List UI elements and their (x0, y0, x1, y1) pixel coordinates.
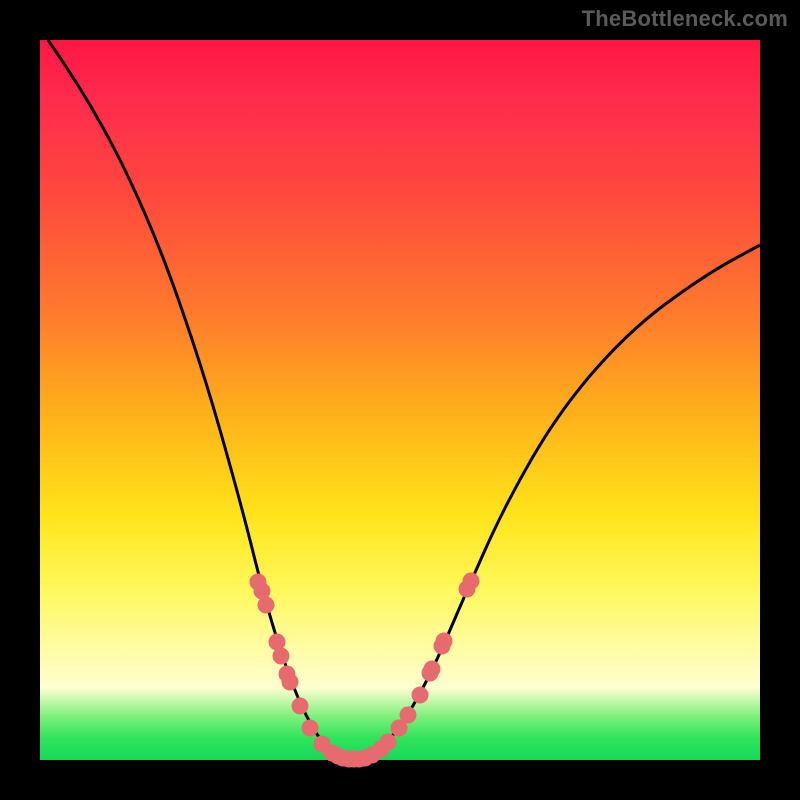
data-marker (412, 687, 429, 704)
data-marker (258, 597, 275, 614)
data-marker (463, 573, 480, 590)
curve-layer (40, 40, 760, 760)
marker-group (250, 573, 480, 768)
data-marker (292, 698, 309, 715)
data-marker (302, 720, 319, 737)
data-marker (436, 633, 453, 650)
plot-area (40, 40, 760, 760)
data-marker (282, 674, 299, 691)
data-marker (400, 707, 417, 724)
watermark-text: TheBottleneck.com (582, 6, 788, 32)
data-marker (380, 734, 397, 751)
chart-canvas: TheBottleneck.com (0, 0, 800, 800)
data-marker (424, 661, 441, 678)
data-marker (273, 648, 290, 665)
bottleneck-curve (48, 40, 760, 759)
